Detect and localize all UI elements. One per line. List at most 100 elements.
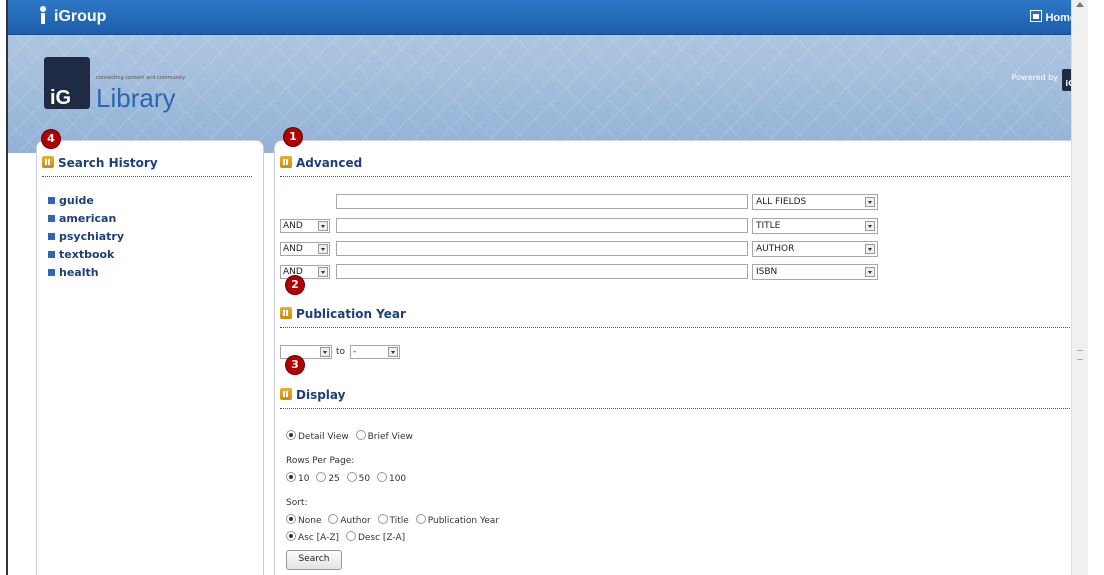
search-button[interactable]: Search — [286, 550, 342, 570]
radio-label: 100 — [388, 474, 407, 484]
sort-desc-option[interactable]: Desc [Z-A] — [345, 531, 406, 543]
radio-icon — [377, 514, 388, 524]
chevron-down-icon — [865, 244, 875, 254]
igroup-brand-text: iGroup — [54, 8, 107, 25]
advanced-heading: Advanced — [280, 156, 362, 170]
radio-label: None — [298, 516, 322, 526]
scrollbar-grip[interactable] — [1077, 350, 1083, 360]
radio-label: 10 — [298, 474, 310, 484]
bullet-icon — [48, 233, 55, 240]
radio-icon — [355, 430, 366, 440]
search-term-input-4[interactable] — [336, 264, 748, 279]
sort-none-option[interactable]: None — [286, 514, 322, 526]
search-term-input-3[interactable] — [336, 241, 748, 256]
chevron-down-icon — [320, 347, 330, 357]
sort-radio-group: None Author Title Publication Year — [286, 514, 503, 526]
chevron-down-icon — [318, 221, 328, 231]
brief-view-option[interactable]: Brief View — [355, 430, 413, 442]
radio-icon — [286, 514, 296, 524]
vertical-scrollbar[interactable] — [1071, 0, 1088, 575]
radio-icon — [346, 472, 357, 482]
operator-select-3[interactable]: AND — [280, 242, 330, 256]
radio-label: 25 — [328, 474, 340, 484]
field-select-1[interactable]: ALL FIELDS — [752, 194, 878, 210]
callout-marker-3: 3 — [286, 356, 304, 374]
history-item[interactable]: guide — [48, 192, 124, 210]
section-icon — [280, 388, 292, 400]
radio-label: Asc [A-Z] — [298, 533, 340, 543]
radio-label: Title — [389, 516, 409, 526]
history-item-label: guide — [59, 194, 94, 207]
search-history-heading: Search History — [42, 156, 158, 170]
rows-per-page-radio-group: 10 25 50 100 — [286, 472, 410, 484]
chevron-down-icon — [865, 221, 875, 231]
display-title: Display — [296, 388, 346, 402]
library-banner: iG connecting content and community Libr… — [8, 35, 1088, 153]
view-mode-radio-group: Detail View Brief View — [286, 430, 417, 442]
publication-year-divider — [280, 327, 1070, 328]
operator-select-2[interactable]: AND — [280, 219, 330, 233]
rows-25-option[interactable]: 25 — [316, 472, 340, 484]
section-icon — [280, 156, 292, 168]
year-to-select[interactable]: - — [350, 345, 400, 359]
operator-select-value: AND — [283, 244, 303, 254]
operator-select-4[interactable]: AND — [280, 265, 330, 279]
radio-label: Detail View — [298, 432, 349, 442]
history-item[interactable]: health — [48, 264, 124, 282]
bullet-icon — [48, 215, 55, 222]
field-select-value: ISBN — [756, 267, 778, 277]
radio-icon — [376, 472, 387, 482]
radio-label: Brief View — [367, 432, 413, 442]
field-select-3[interactable]: AUTHOR — [752, 241, 878, 257]
section-icon — [280, 307, 292, 319]
field-select-4[interactable]: ISBN — [752, 264, 878, 280]
radio-icon — [316, 472, 327, 482]
radio-label: Author — [340, 516, 371, 526]
igroup-logo[interactable]: iGroup — [36, 6, 106, 26]
bullet-icon — [48, 197, 55, 204]
scroll-up-arrow-icon[interactable] — [1076, 2, 1084, 7]
radio-label: Desc [Z-A] — [357, 533, 406, 543]
radio-label: 50 — [358, 474, 371, 484]
year-from-select[interactable] — [280, 345, 332, 359]
sort-order-radio-group: Asc [A-Z] Desc [Z-A] — [286, 531, 409, 543]
history-item-label: health — [59, 266, 99, 279]
rows-50-option[interactable]: 50 — [346, 472, 371, 484]
field-select-2[interactable]: TITLE — [752, 218, 878, 234]
history-divider — [42, 176, 252, 177]
ig-logo-library-text: Library — [96, 83, 176, 113]
detail-view-option[interactable]: Detail View — [286, 430, 349, 442]
sort-publication-year-option[interactable]: Publication Year — [415, 514, 499, 526]
callout-marker-2: 2 — [286, 276, 304, 294]
radio-icon — [286, 430, 296, 440]
field-select-value: ALL FIELDS — [756, 197, 807, 207]
display-heading: Display — [280, 388, 345, 402]
history-item[interactable]: psychiatry — [48, 228, 124, 246]
year-to-label: to — [336, 347, 346, 357]
bullet-icon — [48, 251, 55, 258]
search-term-input-2[interactable] — [336, 218, 748, 233]
radio-icon — [415, 514, 426, 524]
sort-asc-option[interactable]: Asc [A-Z] — [286, 531, 340, 543]
year-to-value: - — [353, 347, 357, 357]
search-history-list: guide american psychiatry textbook healt… — [48, 192, 124, 282]
sort-author-option[interactable]: Author — [328, 514, 371, 526]
callout-marker-1: 1 — [284, 128, 302, 146]
callout-marker-4: 4 — [42, 130, 60, 148]
history-item[interactable]: textbook — [48, 246, 124, 264]
rows-per-page-label: Rows Per Page: — [286, 456, 355, 466]
history-item-label: american — [59, 212, 117, 225]
advanced-title: Advanced — [296, 156, 363, 170]
advanced-divider — [280, 176, 1070, 177]
history-item-label: textbook — [59, 248, 115, 261]
home-link[interactable]: Home — [1030, 10, 1076, 24]
publication-year-title: Publication Year — [296, 307, 406, 321]
sort-title-option[interactable]: Title — [377, 514, 409, 526]
search-term-input-1[interactable] — [336, 194, 748, 209]
rows-100-option[interactable]: 100 — [376, 472, 407, 484]
rows-10-option[interactable]: 10 — [286, 472, 310, 484]
home-icon — [1030, 10, 1043, 22]
field-select-value: TITLE — [756, 221, 781, 231]
history-item-label: psychiatry — [59, 230, 124, 243]
history-item[interactable]: american — [48, 210, 124, 228]
